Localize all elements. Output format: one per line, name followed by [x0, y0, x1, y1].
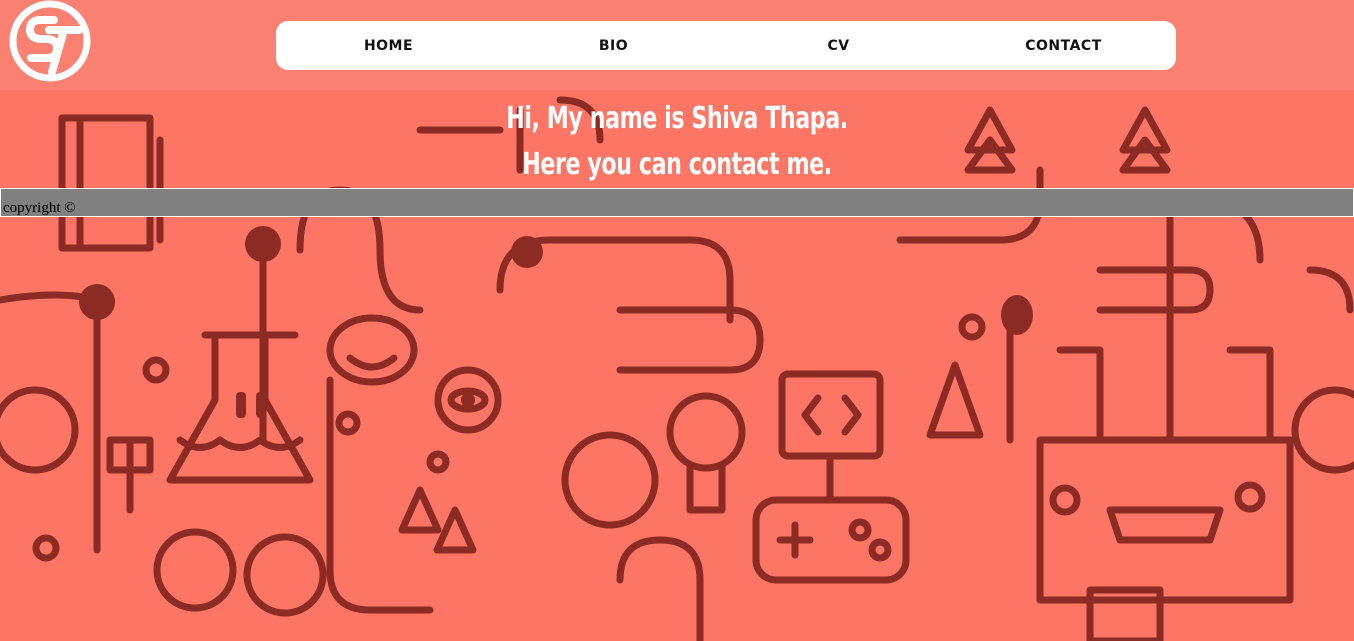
- nav-item-contact[interactable]: CONTACT: [951, 38, 1176, 54]
- site-footer: copyright ©: [0, 188, 1354, 217]
- hero-heading: Hi, My name is Shiva Thapa. Here you can…: [0, 96, 1354, 188]
- nav-item-cv[interactable]: CV: [726, 38, 951, 54]
- copyright-text: copyright ©: [3, 200, 76, 216]
- st-monogram-logo[interactable]: [9, 0, 91, 82]
- hero-line-contact: Here you can contact me.: [522, 147, 832, 182]
- main-nav: HOME BIO CV CONTACT: [276, 21, 1176, 70]
- nav-item-bio[interactable]: BIO: [501, 38, 726, 54]
- site-header: HOME BIO CV CONTACT: [0, 0, 1354, 90]
- nav-item-home[interactable]: HOME: [276, 38, 501, 54]
- hero-line-intro: Hi, My name is Shiva Thapa.: [506, 101, 848, 136]
